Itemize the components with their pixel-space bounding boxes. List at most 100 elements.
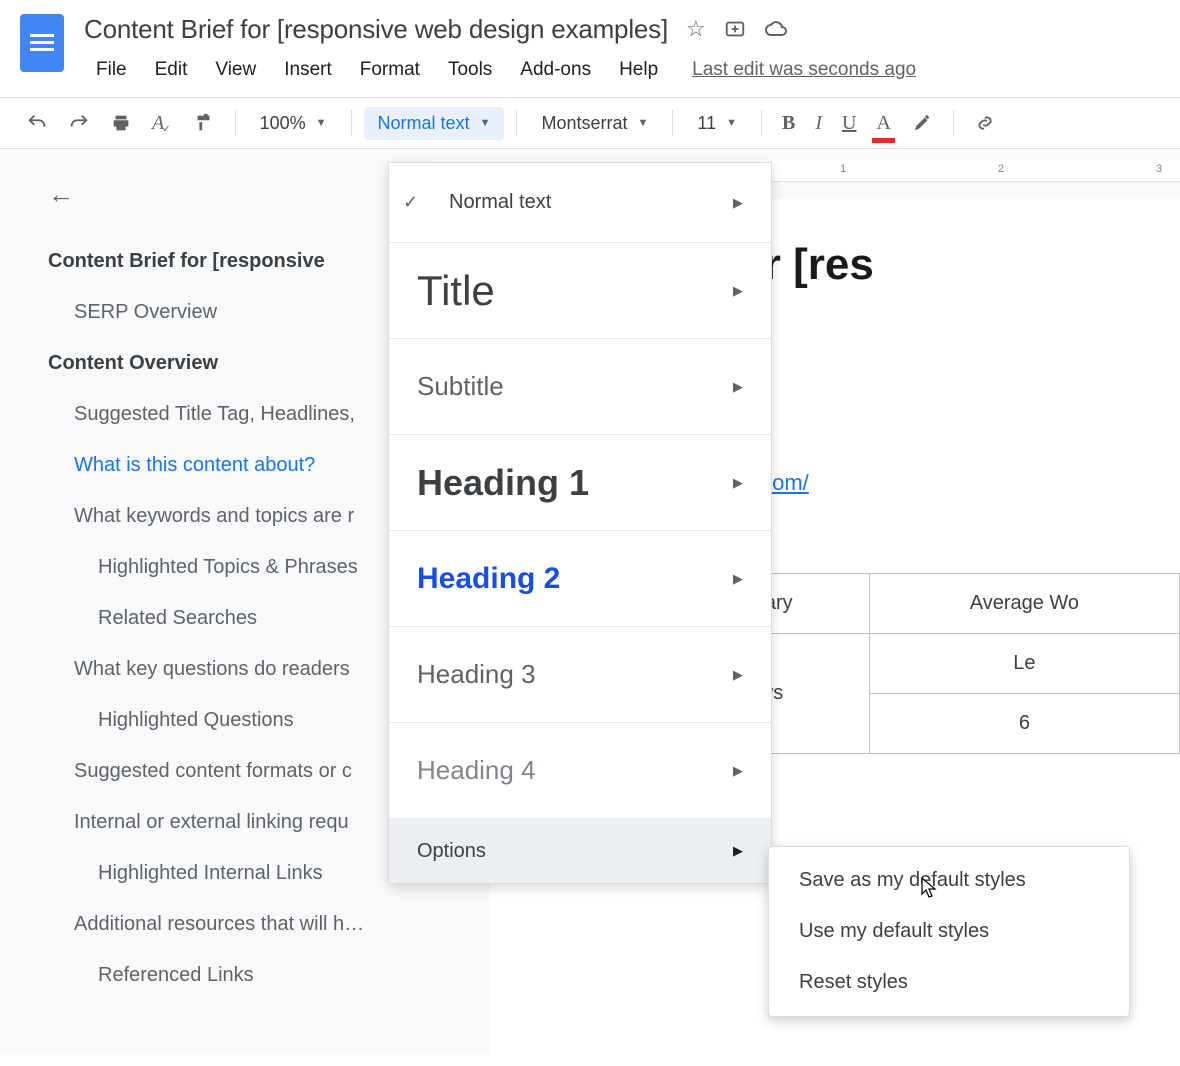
menu-addons[interactable]: Add-ons [508,53,603,87]
style-option-options[interactable]: Options ▶ [389,819,771,883]
separator [953,110,954,136]
style-label: Heading 3 [417,659,536,690]
style-option-subtitle[interactable]: Subtitle ▶ [389,339,771,435]
menu-insert[interactable]: Insert [272,53,344,87]
outline-item[interactable]: What keywords and topics are r [48,491,430,542]
menu-format[interactable]: Format [348,53,432,87]
spellcheck-button[interactable]: A✓ [144,106,181,141]
outline-item[interactable]: SERP Overview [48,287,430,338]
outline-item[interactable]: Suggested content formats or c [48,746,430,797]
docs-logo[interactable] [18,10,66,76]
use-default-styles[interactable]: Use my default styles [769,906,1129,957]
insert-link-button[interactable] [966,106,1004,140]
separator [761,110,762,136]
table-header-cell: Average Wo [869,573,1179,633]
caret-right-icon: ▶ [733,571,743,587]
text-color-button[interactable]: A [868,106,898,141]
outline-item[interactable]: Internal or external linking requ [48,797,430,848]
menu-file[interactable]: File [84,53,139,87]
outline-item[interactable]: Highlighted Topics & Phrases [48,542,430,593]
paragraph-styles-dropdown[interactable]: Normal text ▼ [364,107,505,140]
save-default-styles[interactable]: Save as my default styles [769,855,1129,906]
menu-view[interactable]: View [203,53,268,87]
caret-right-icon: ▶ [733,843,743,859]
toolbar: A✓ 100% ▼ Normal text ▼ Montserrat ▼ 11 … [0,97,1180,149]
style-label: Title [417,267,495,315]
caret-right-icon: ▶ [733,195,743,211]
caret-right-icon: ▶ [733,667,743,683]
ruler-tick: 1 [840,163,846,175]
outline-item[interactable]: Highlighted Questions [48,695,430,746]
style-option-normal[interactable]: ✓ Normal text ▶ [389,163,771,243]
outline-item[interactable]: Additional resources that will h… [48,899,430,950]
header: Content Brief for [responsive web design… [0,0,1180,87]
caret-right-icon: ▶ [733,379,743,395]
zoom-dropdown[interactable]: 100% ▼ [248,107,339,140]
style-option-title[interactable]: Title ▶ [389,243,771,339]
caret-down-icon: ▼ [638,117,649,129]
paragraph-style-value: Normal text [378,113,470,134]
caret-down-icon: ▼ [480,117,491,129]
style-option-heading4[interactable]: Heading 4 ▶ [389,723,771,819]
caret-right-icon: ▶ [733,283,743,299]
style-option-heading1[interactable]: Heading 1 ▶ [389,435,771,531]
styles-options-submenu: Save as my default styles Use my default… [768,846,1130,1017]
separator [516,110,517,136]
underline-button[interactable]: U [834,106,864,141]
menu-edit[interactable]: Edit [143,53,200,87]
style-label: Options [417,840,486,863]
ruler-tick: 2 [998,163,1004,175]
caret-down-icon: ▼ [726,117,737,129]
paint-format-button[interactable] [185,106,223,140]
undo-button[interactable] [18,106,56,140]
zoom-value: 100% [260,113,306,134]
separator [351,110,352,136]
outline-item[interactable]: Related Searches [48,593,430,644]
docs-logo-icon [20,14,64,72]
last-edit-link[interactable]: Last edit was seconds ago [692,59,916,81]
ruler-tick: 3 [1156,163,1162,175]
menu-help[interactable]: Help [607,53,670,87]
style-label: Heading 1 [417,462,589,504]
redo-button[interactable] [60,106,98,140]
outline-item[interactable]: Content Brief for [responsive [48,236,430,287]
document-title[interactable]: Content Brief for [responsive web design… [84,10,668,47]
menu-tools[interactable]: Tools [436,53,504,87]
document-outline: ← Content Brief for [responsiveSERP Over… [0,149,430,1055]
table-cell: Le [869,633,1179,693]
caret-right-icon: ▶ [733,763,743,779]
outline-item[interactable]: Content Overview [48,338,430,389]
outline-item[interactable]: Highlighted Internal Links [48,848,430,899]
outline-item[interactable]: Referenced Links [48,950,430,1001]
table-cell: 6 [869,693,1179,753]
style-label: Heading 4 [417,755,536,786]
style-label: Heading 2 [417,562,560,596]
back-arrow-icon[interactable]: ← [48,179,430,210]
checkmark-icon: ✓ [403,192,418,213]
star-icon[interactable]: ☆ [686,16,706,42]
cloud-status-icon[interactable] [764,17,788,41]
outline-item[interactable]: What key questions do readers [48,644,430,695]
outline-item[interactable]: Suggested Title Tag, Headlines, [48,389,430,440]
separator [235,110,236,136]
style-option-heading3[interactable]: Heading 3 ▶ [389,627,771,723]
style-option-heading2[interactable]: Heading 2 ▶ [389,531,771,627]
font-size-dropdown[interactable]: 11 ▼ [685,107,749,140]
caret-right-icon: ▶ [733,475,743,491]
style-label: Normal text [449,191,551,214]
bold-button[interactable]: B [774,106,803,141]
menubar: File Edit View Insert Format Tools Add-o… [84,53,1162,87]
italic-button[interactable]: I [807,106,830,141]
separator [672,110,673,136]
font-name-value: Montserrat [541,113,627,134]
outline-item[interactable]: What is this content about? [48,440,430,491]
caret-down-icon: ▼ [316,117,327,129]
cursor-icon [920,876,940,900]
font-dropdown[interactable]: Montserrat ▼ [529,107,660,140]
print-button[interactable] [102,106,140,140]
move-icon[interactable] [724,18,746,40]
highlight-button[interactable] [903,106,941,140]
reset-styles[interactable]: Reset styles [769,957,1129,1008]
font-size-value: 11 [697,113,716,134]
title-area: Content Brief for [responsive web design… [84,10,1162,87]
